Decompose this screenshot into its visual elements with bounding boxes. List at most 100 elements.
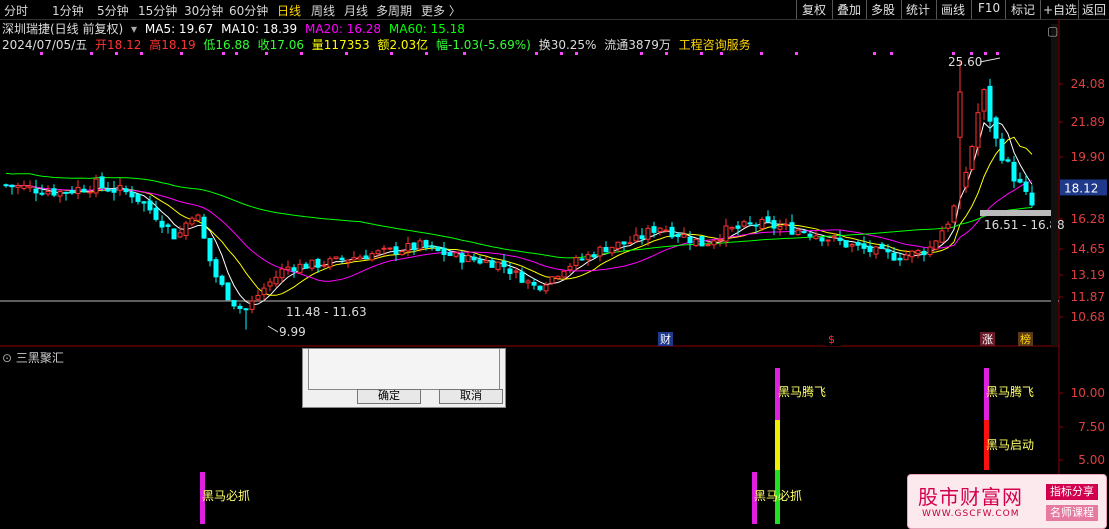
ma60-line	[5, 172, 1033, 259]
chevron-down-icon[interactable]: ▾	[131, 22, 137, 36]
candle-body	[849, 244, 855, 247]
ma5-value: MA5: 19.67	[144, 22, 214, 36]
candle-body	[915, 249, 921, 255]
candle-body	[351, 257, 357, 261]
candle-body	[435, 246, 441, 251]
candle-body	[381, 247, 387, 250]
price-tick-label: 16.28	[1071, 212, 1105, 226]
candle-body	[1023, 181, 1029, 192]
chevron-down-icon[interactable]: ⊙	[2, 351, 12, 365]
candle-body	[771, 220, 777, 229]
watermark-tag-course: 名师课程	[1046, 505, 1098, 521]
candle-body	[273, 276, 279, 285]
candle-body	[963, 171, 969, 188]
sub-axis-label: 7.50	[1078, 420, 1105, 434]
candle-body	[171, 228, 177, 240]
candle-body	[9, 184, 15, 188]
candle-body	[759, 219, 765, 229]
candle-body	[573, 257, 579, 266]
ma20-line	[5, 180, 1033, 282]
candle-body	[423, 240, 429, 248]
close-icon[interactable]: ▢	[1047, 24, 1058, 38]
candle-body	[969, 146, 975, 170]
candle-body	[21, 184, 27, 189]
candle-body	[309, 259, 315, 269]
signal-dot	[873, 52, 876, 55]
moving-average-lines	[5, 121, 1033, 306]
candle-body	[693, 238, 699, 247]
candle-body	[3, 184, 9, 187]
candle-body	[447, 252, 453, 256]
candle-body	[555, 275, 561, 279]
candle-body	[621, 241, 627, 245]
stock-name[interactable]: 深圳瑞捷(日线 前复权)	[2, 22, 123, 36]
candle-body	[387, 247, 393, 250]
candle-body	[393, 246, 399, 255]
ma5-line	[5, 121, 1033, 306]
candle-body	[1011, 161, 1017, 182]
candle-body	[507, 268, 513, 274]
bar-high: 高18.19	[149, 38, 196, 52]
candle-body	[717, 239, 723, 242]
candle-body	[741, 221, 747, 227]
candle-body	[657, 227, 663, 233]
candle-body	[411, 242, 417, 251]
candle-body	[27, 185, 33, 189]
candle-body	[159, 220, 165, 228]
candle-body	[981, 89, 987, 112]
bar-change: 幅-1.03(-5.69%)	[436, 38, 531, 52]
candle-body	[291, 267, 297, 272]
candle-body	[675, 233, 681, 238]
dialog-content	[308, 349, 500, 390]
candle-body	[615, 241, 621, 249]
chart-grid: 24.0821.8919.9018.0916.2814.6513.1911.87…	[0, 19, 1105, 529]
candle-body	[189, 217, 195, 225]
candle-body	[459, 253, 465, 263]
ma10-value: MA10: 18.39	[221, 22, 298, 36]
signal-label: 黑马腾飞	[778, 384, 826, 399]
candle-body	[483, 260, 489, 263]
candle-body	[993, 117, 999, 139]
candle-body	[891, 252, 897, 261]
candle-body	[249, 300, 255, 310]
candle-body	[255, 295, 261, 300]
signal-label: 黑马必抓	[754, 489, 802, 503]
candle-body	[975, 112, 981, 148]
candle-body	[603, 247, 609, 253]
candle-body	[633, 234, 639, 242]
candle-body	[903, 254, 909, 261]
candle-body	[1005, 159, 1011, 162]
candle-body	[345, 259, 351, 263]
candle-body	[933, 240, 939, 250]
chart-scrollbar[interactable]	[1051, 24, 1058, 346]
bar-volume: 量117353	[311, 38, 370, 52]
bar-open: 开18.12	[95, 38, 142, 52]
indicator-title[interactable]: ⊙ 三黑聚汇	[2, 349, 64, 366]
candle-body	[525, 280, 531, 284]
candle-body	[141, 201, 147, 204]
kline-chart[interactable]: 24.0821.8919.9018.0916.2814.6513.1911.87…	[0, 0, 1109, 529]
price-tick-label: 19.90	[1071, 150, 1105, 164]
candle-body	[297, 263, 303, 274]
candle-body	[93, 178, 99, 194]
candle-body	[705, 244, 711, 247]
industry-label[interactable]: 工程咨询服务	[679, 38, 751, 52]
cancel-button[interactable]: 取消	[439, 389, 503, 404]
candle-body	[285, 266, 291, 270]
candle-body	[921, 250, 927, 256]
signal-dot	[760, 52, 763, 55]
candle-body	[465, 254, 471, 263]
candle-body	[729, 226, 735, 230]
candle-body	[723, 225, 729, 242]
candle-body	[909, 250, 915, 258]
price-tick-label: 21.89	[1071, 115, 1105, 129]
candle-body	[327, 258, 333, 268]
candle-body	[945, 223, 951, 229]
ok-button[interactable]: 确定	[357, 389, 421, 404]
candle-body	[789, 222, 795, 235]
candle-body	[165, 224, 171, 227]
bar-info-row: 2024/07/05/五 开18.12 高18.19 低16.88 收17.06…	[2, 36, 755, 53]
candle-body	[765, 216, 771, 223]
candle-body	[687, 236, 693, 244]
candle-body	[51, 188, 57, 196]
